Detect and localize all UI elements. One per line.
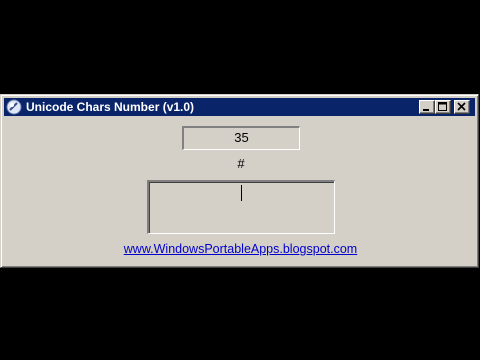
title-bar[interactable]: Unicode Chars Number (v1.0) <box>4 98 475 116</box>
char-input-field[interactable] <box>147 180 335 234</box>
app-icon <box>6 99 22 115</box>
website-link[interactable]: www.WindowsPortableApps.blogspot.com <box>1 242 480 256</box>
maximize-icon <box>438 102 447 111</box>
window-title: Unicode Chars Number (v1.0) <box>26 100 195 114</box>
text-caret <box>241 185 242 201</box>
app-window: Unicode Chars Number (v1.0) 35 # www.Win… <box>0 94 479 268</box>
maximize-button[interactable] <box>435 100 451 114</box>
minimize-icon <box>423 109 429 111</box>
hash-label: # <box>237 156 245 171</box>
close-button[interactable] <box>454 100 470 114</box>
close-icon <box>457 102 466 111</box>
char-count-field: 35 <box>182 126 300 150</box>
minimize-button[interactable] <box>419 100 435 114</box>
